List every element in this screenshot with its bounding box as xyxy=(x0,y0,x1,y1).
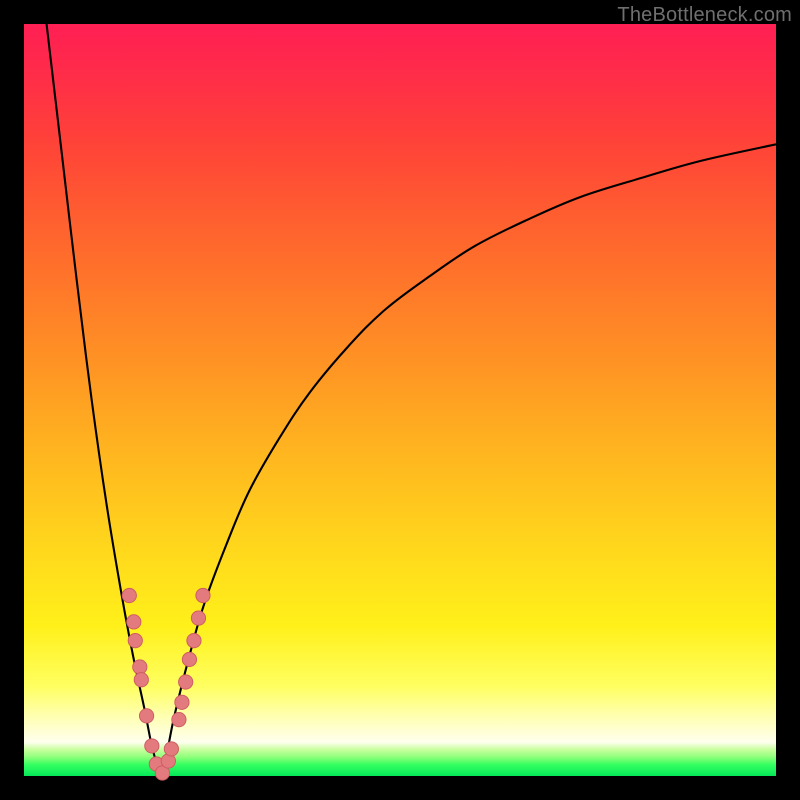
data-marker xyxy=(133,660,147,674)
data-marker xyxy=(128,633,142,647)
data-marker xyxy=(122,588,136,602)
data-marker xyxy=(145,739,159,753)
data-marker xyxy=(175,695,189,709)
data-marker xyxy=(182,652,196,666)
right-branch-curve xyxy=(162,144,776,774)
data-marker xyxy=(127,615,141,629)
data-marker xyxy=(187,633,201,647)
chart-frame: TheBottleneck.com xyxy=(0,0,800,800)
data-marker xyxy=(196,588,210,602)
data-marker xyxy=(179,675,193,689)
data-marker xyxy=(139,709,153,723)
data-markers xyxy=(122,588,210,780)
plot-svg xyxy=(24,24,776,776)
data-marker xyxy=(191,611,205,625)
watermark-text: TheBottleneck.com xyxy=(617,4,792,27)
data-marker xyxy=(164,742,178,756)
curve-group xyxy=(47,24,776,774)
data-marker xyxy=(172,712,186,726)
data-marker xyxy=(134,673,148,687)
